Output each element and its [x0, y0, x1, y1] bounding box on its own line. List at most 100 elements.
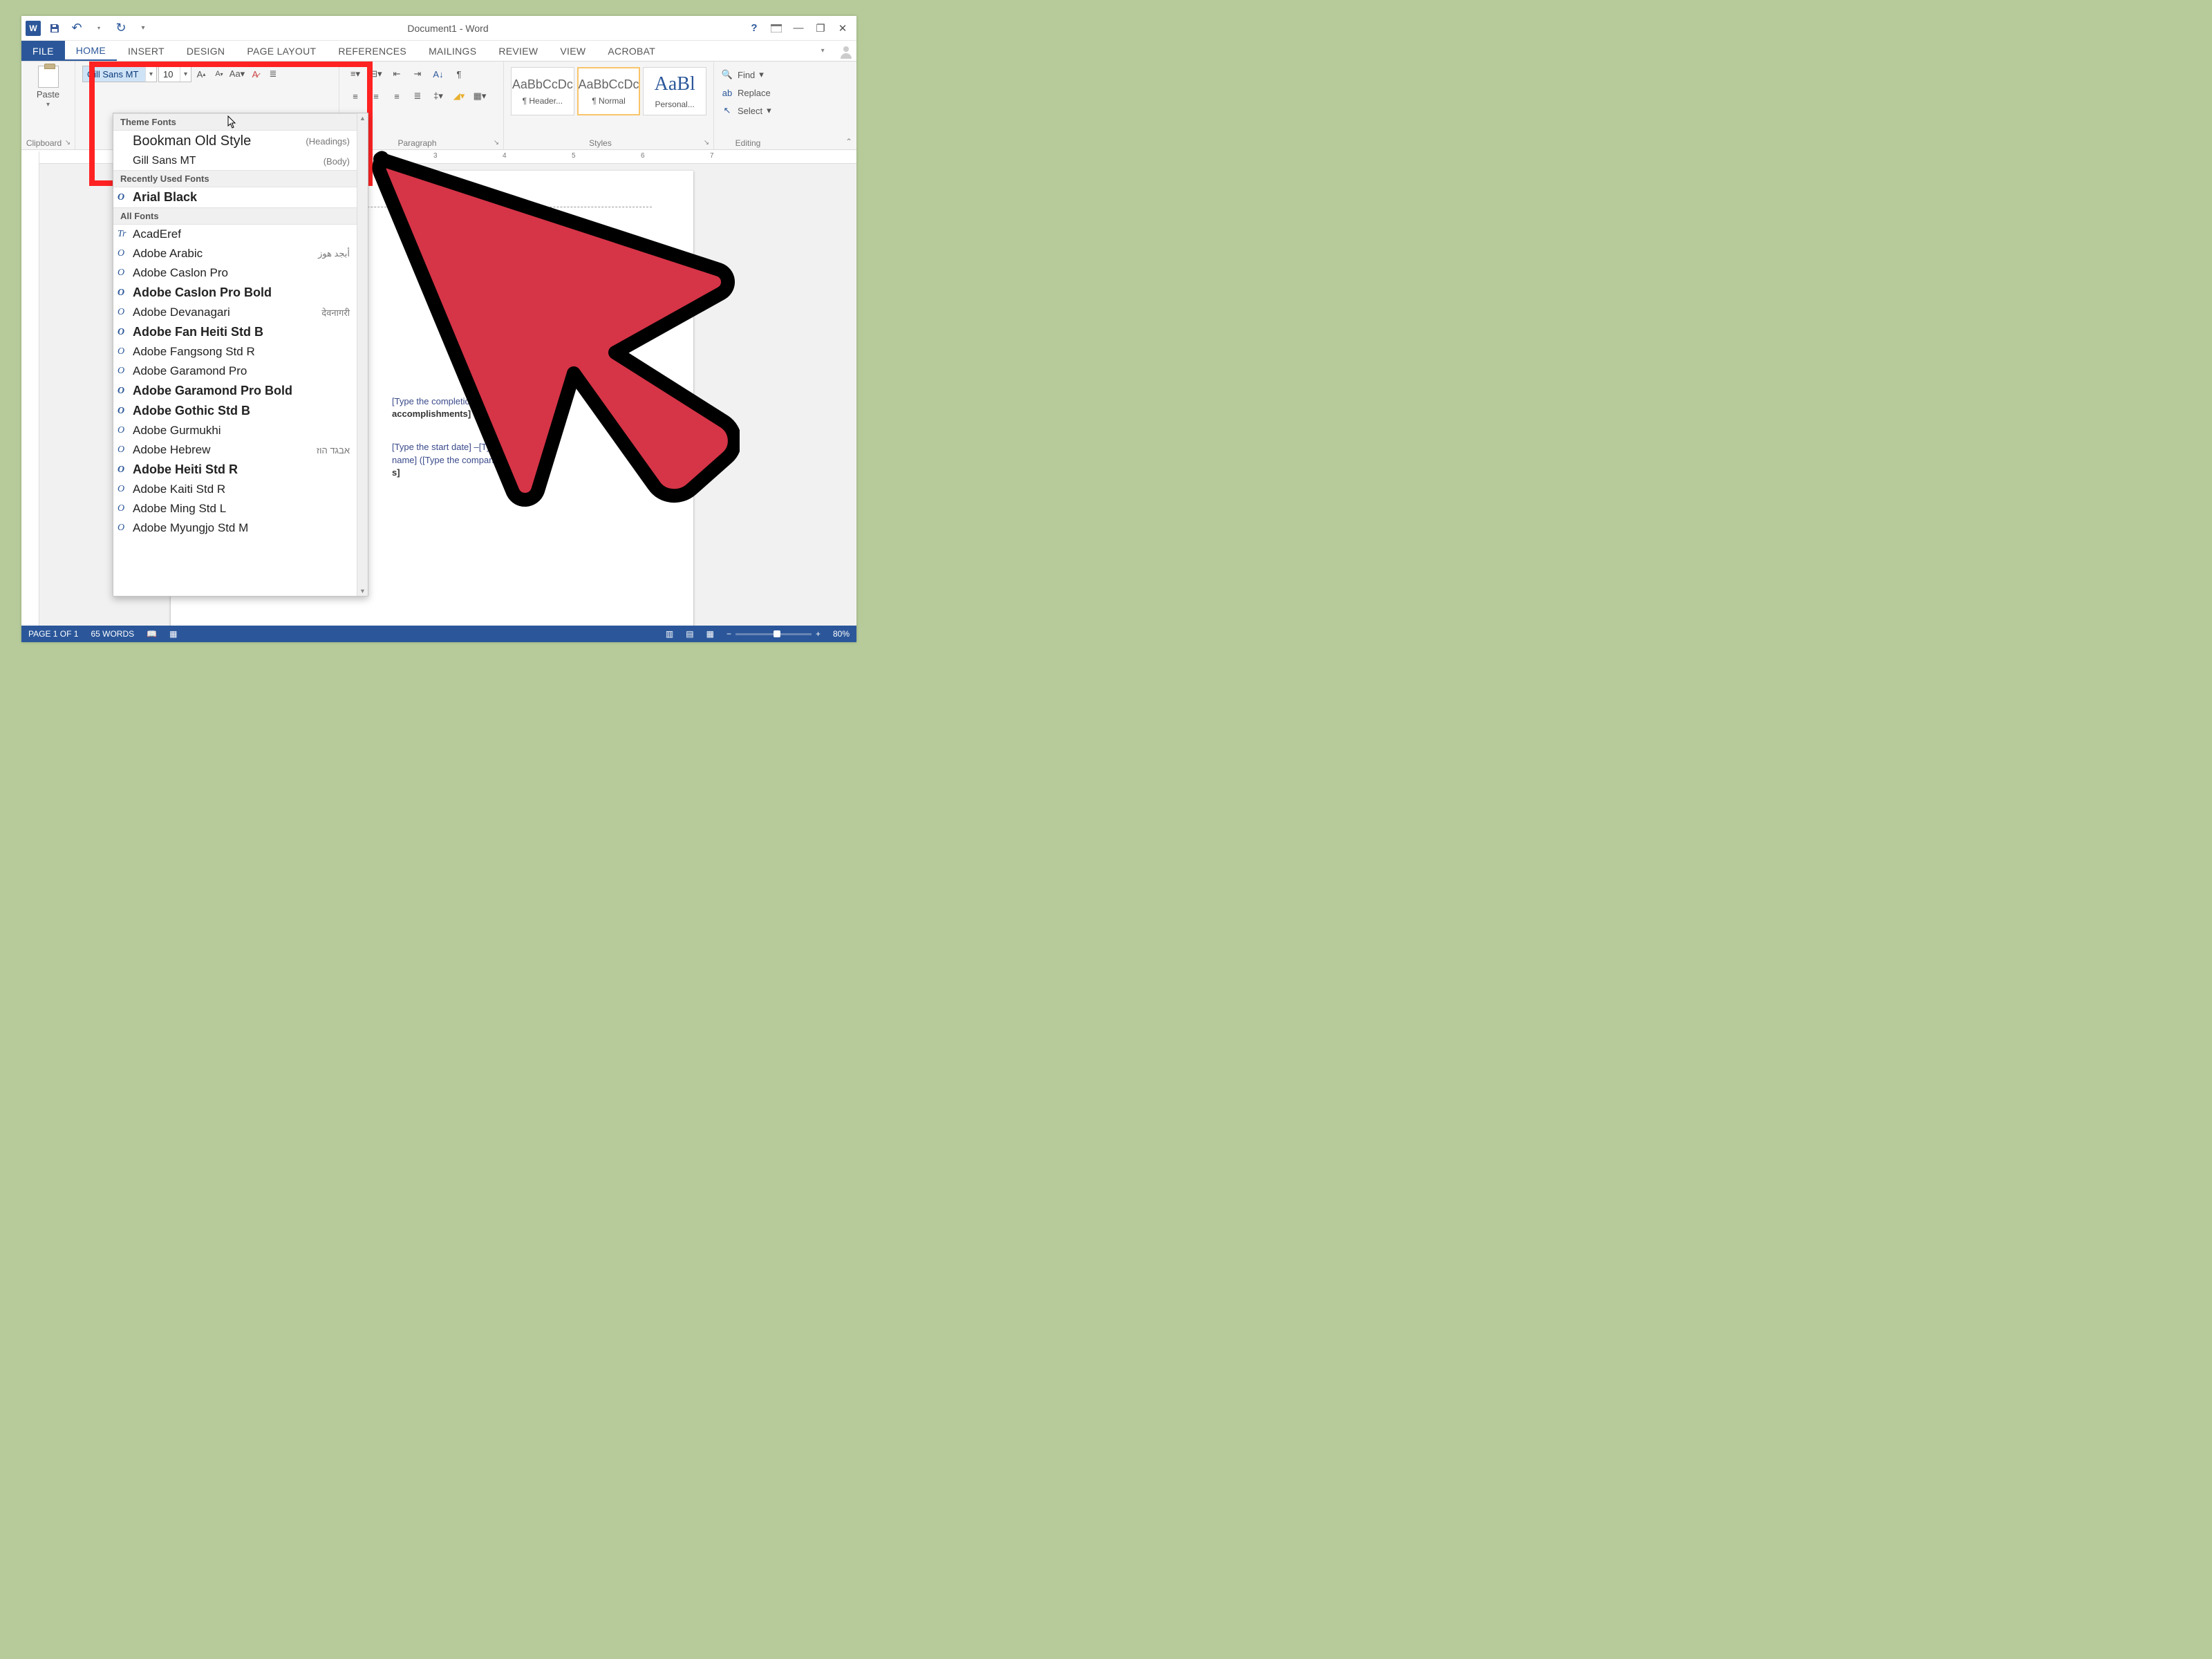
change-case-button[interactable]: Aa▾: [229, 66, 245, 82]
font-item[interactable]: OAdobe Arabicأبجد هوز: [113, 244, 357, 263]
font-size-combobox[interactable]: ▾: [158, 66, 191, 82]
tab-review[interactable]: REVIEW: [487, 41, 549, 61]
status-page[interactable]: PAGE 1 OF 1: [28, 629, 78, 639]
style-personal[interactable]: AaBl Personal...: [643, 67, 706, 115]
align-center-button[interactable]: ≡: [367, 88, 385, 104]
scroll-down-icon[interactable]: ▼: [359, 588, 366, 594]
font-size-dropdown-icon[interactable]: ▾: [180, 66, 191, 82]
style-header[interactable]: AaBbCcDc ¶ Header...: [511, 67, 574, 115]
increase-indent-button[interactable]: ⇥: [409, 66, 427, 82]
decrease-indent-button[interactable]: ⇤: [388, 66, 406, 82]
font-dropdown-scrollbar[interactable]: ▲ ▼: [357, 113, 368, 596]
tab-home[interactable]: HOME: [65, 41, 117, 61]
styles-dialog-launcher[interactable]: ↘: [702, 138, 711, 147]
qa-redo-icon[interactable]: ↻: [113, 20, 129, 37]
view-read-mode-icon[interactable]: ▥: [666, 629, 673, 639]
clear-format-button[interactable]: A̷: [247, 66, 263, 82]
font-item-bookman[interactable]: Bookman Old Style(Headings): [113, 131, 357, 152]
clipboard-dialog-launcher[interactable]: ↘: [64, 138, 72, 147]
status-word-count[interactable]: 65 WORDS: [91, 629, 134, 639]
font-item[interactable]: OAdobe Kaiti Std R: [113, 480, 357, 499]
paste-button[interactable]: Paste ▾: [37, 66, 59, 109]
zoom-percent[interactable]: 80%: [833, 629, 850, 639]
multilevel-button[interactable]: ⊟▾: [367, 66, 385, 82]
opentype-icon: O: [118, 484, 124, 495]
font-name-dropdown-icon[interactable]: ▾: [145, 66, 156, 82]
find-button[interactable]: 🔍Find ▾: [721, 66, 783, 84]
font-item[interactable]: OAdobe Hebrewאבגד הוז: [113, 440, 357, 460]
opentype-icon: O: [118, 465, 124, 476]
tab-file[interactable]: FILE: [21, 41, 65, 61]
collapse-tabs-icon[interactable]: ▾: [810, 41, 836, 61]
style-header-preview: AaBbCcDc: [512, 77, 573, 92]
restore-button[interactable]: ❐: [811, 20, 830, 37]
font-size-input[interactable]: [159, 66, 180, 82]
tab-acrobat[interactable]: ACROBAT: [597, 41, 666, 61]
tab-references[interactable]: REFERENCES: [327, 41, 418, 61]
qa-save-icon[interactable]: [46, 20, 63, 37]
justify-button[interactable]: ≣: [409, 88, 427, 104]
align-right-button[interactable]: ≡: [388, 88, 406, 104]
font-item[interactable]: OAdobe Devanagariदेवनागरी: [113, 303, 357, 322]
tab-design[interactable]: DESIGN: [176, 41, 236, 61]
font-item[interactable]: OAdobe Caslon Pro: [113, 263, 357, 283]
shading-button[interactable]: ◢▾: [450, 88, 468, 104]
shrink-font-button[interactable]: A▾: [211, 66, 227, 82]
font-item[interactable]: OAdobe Myungjo Std M: [113, 518, 357, 538]
align-left-button[interactable]: ≡: [346, 88, 364, 104]
zoom-in-icon[interactable]: +: [816, 629, 821, 639]
help-button[interactable]: ?: [744, 20, 764, 37]
qa-undo-icon[interactable]: ↶: [68, 20, 85, 37]
font-item[interactable]: OAdobe Garamond Pro: [113, 362, 357, 381]
select-button[interactable]: ↖Select ▾: [721, 102, 783, 120]
grow-font-button[interactable]: A▴: [193, 66, 209, 82]
user-account-icon[interactable]: [836, 41, 856, 61]
qa-undo-more-icon[interactable]: ▾: [91, 20, 107, 37]
tab-mailings[interactable]: MAILINGS: [418, 41, 487, 61]
numbering-button[interactable]: ≡▾: [346, 66, 364, 82]
font-list[interactable]: Theme Fonts Bookman Old Style(Headings) …: [113, 113, 357, 596]
minimize-button[interactable]: —: [789, 20, 808, 37]
font-name-combobox[interactable]: ▾: [82, 66, 157, 82]
sort-button[interactable]: A↓: [429, 66, 447, 82]
font-item[interactable]: OAdobe Fangsong Std R: [113, 342, 357, 362]
font-item-arial-black[interactable]: OArial Black: [113, 187, 357, 207]
opentype-icon: O: [118, 346, 124, 357]
paragraph-dialog-launcher[interactable]: ↘: [492, 138, 500, 147]
status-proofing-icon[interactable]: 📖: [147, 629, 157, 639]
font-item[interactable]: OAdobe Gothic Std B: [113, 401, 357, 421]
paste-more-icon[interactable]: ▾: [46, 101, 50, 109]
font-item[interactable]: OAdobe Ming Std L: [113, 499, 357, 518]
font-item[interactable]: OAdobe Gurmukhi: [113, 421, 357, 440]
borders-button[interactable]: ▦▾: [471, 88, 489, 104]
font-item[interactable]: OAdobe Garamond Pro Bold: [113, 381, 357, 401]
view-print-layout-icon[interactable]: ▤: [686, 629, 693, 639]
line-spacing-button[interactable]: ‡▾: [429, 88, 447, 104]
collapse-ribbon-icon[interactable]: ⌃: [845, 137, 852, 147]
styles-group-label: Styles: [504, 138, 697, 148]
font-item[interactable]: OAdobe Heiti Std R: [113, 460, 357, 480]
zoom-slider[interactable]: − +: [727, 629, 821, 639]
qa-customize-icon[interactable]: ▾: [135, 20, 151, 37]
opentype-icon: O: [118, 444, 124, 456]
zoom-out-icon[interactable]: −: [727, 629, 731, 639]
status-macro-icon[interactable]: ▦: [169, 629, 177, 639]
opentype-icon: O: [118, 268, 124, 279]
scroll-up-icon[interactable]: ▲: [359, 115, 366, 122]
close-button[interactable]: ✕: [833, 20, 852, 37]
show-marks-button[interactable]: ¶: [450, 66, 468, 82]
replace-button[interactable]: abReplace: [721, 84, 783, 102]
tab-page-layout[interactable]: PAGE LAYOUT: [236, 41, 327, 61]
font-item[interactable]: OAdobe Caslon Pro Bold: [113, 283, 357, 303]
ribbon-options-button[interactable]: [767, 20, 786, 37]
view-web-layout-icon[interactable]: ▦: [706, 629, 714, 639]
style-normal[interactable]: AaBbCcDc ¶ Normal: [577, 67, 641, 115]
font-item-gill-sans[interactable]: Gill Sans MT(Body): [113, 152, 357, 170]
ribbon-tabs: FILE HOME INSERT DESIGN PAGE LAYOUT REFE…: [21, 41, 856, 62]
font-name-input[interactable]: [83, 66, 145, 82]
font-item[interactable]: OAdobe Fan Heiti Std B: [113, 322, 357, 342]
bullets-button-peek[interactable]: ≣: [265, 66, 281, 82]
font-item[interactable]: TrAcadEref: [113, 225, 357, 244]
tab-view[interactable]: VIEW: [549, 41, 597, 61]
tab-insert[interactable]: INSERT: [117, 41, 176, 61]
